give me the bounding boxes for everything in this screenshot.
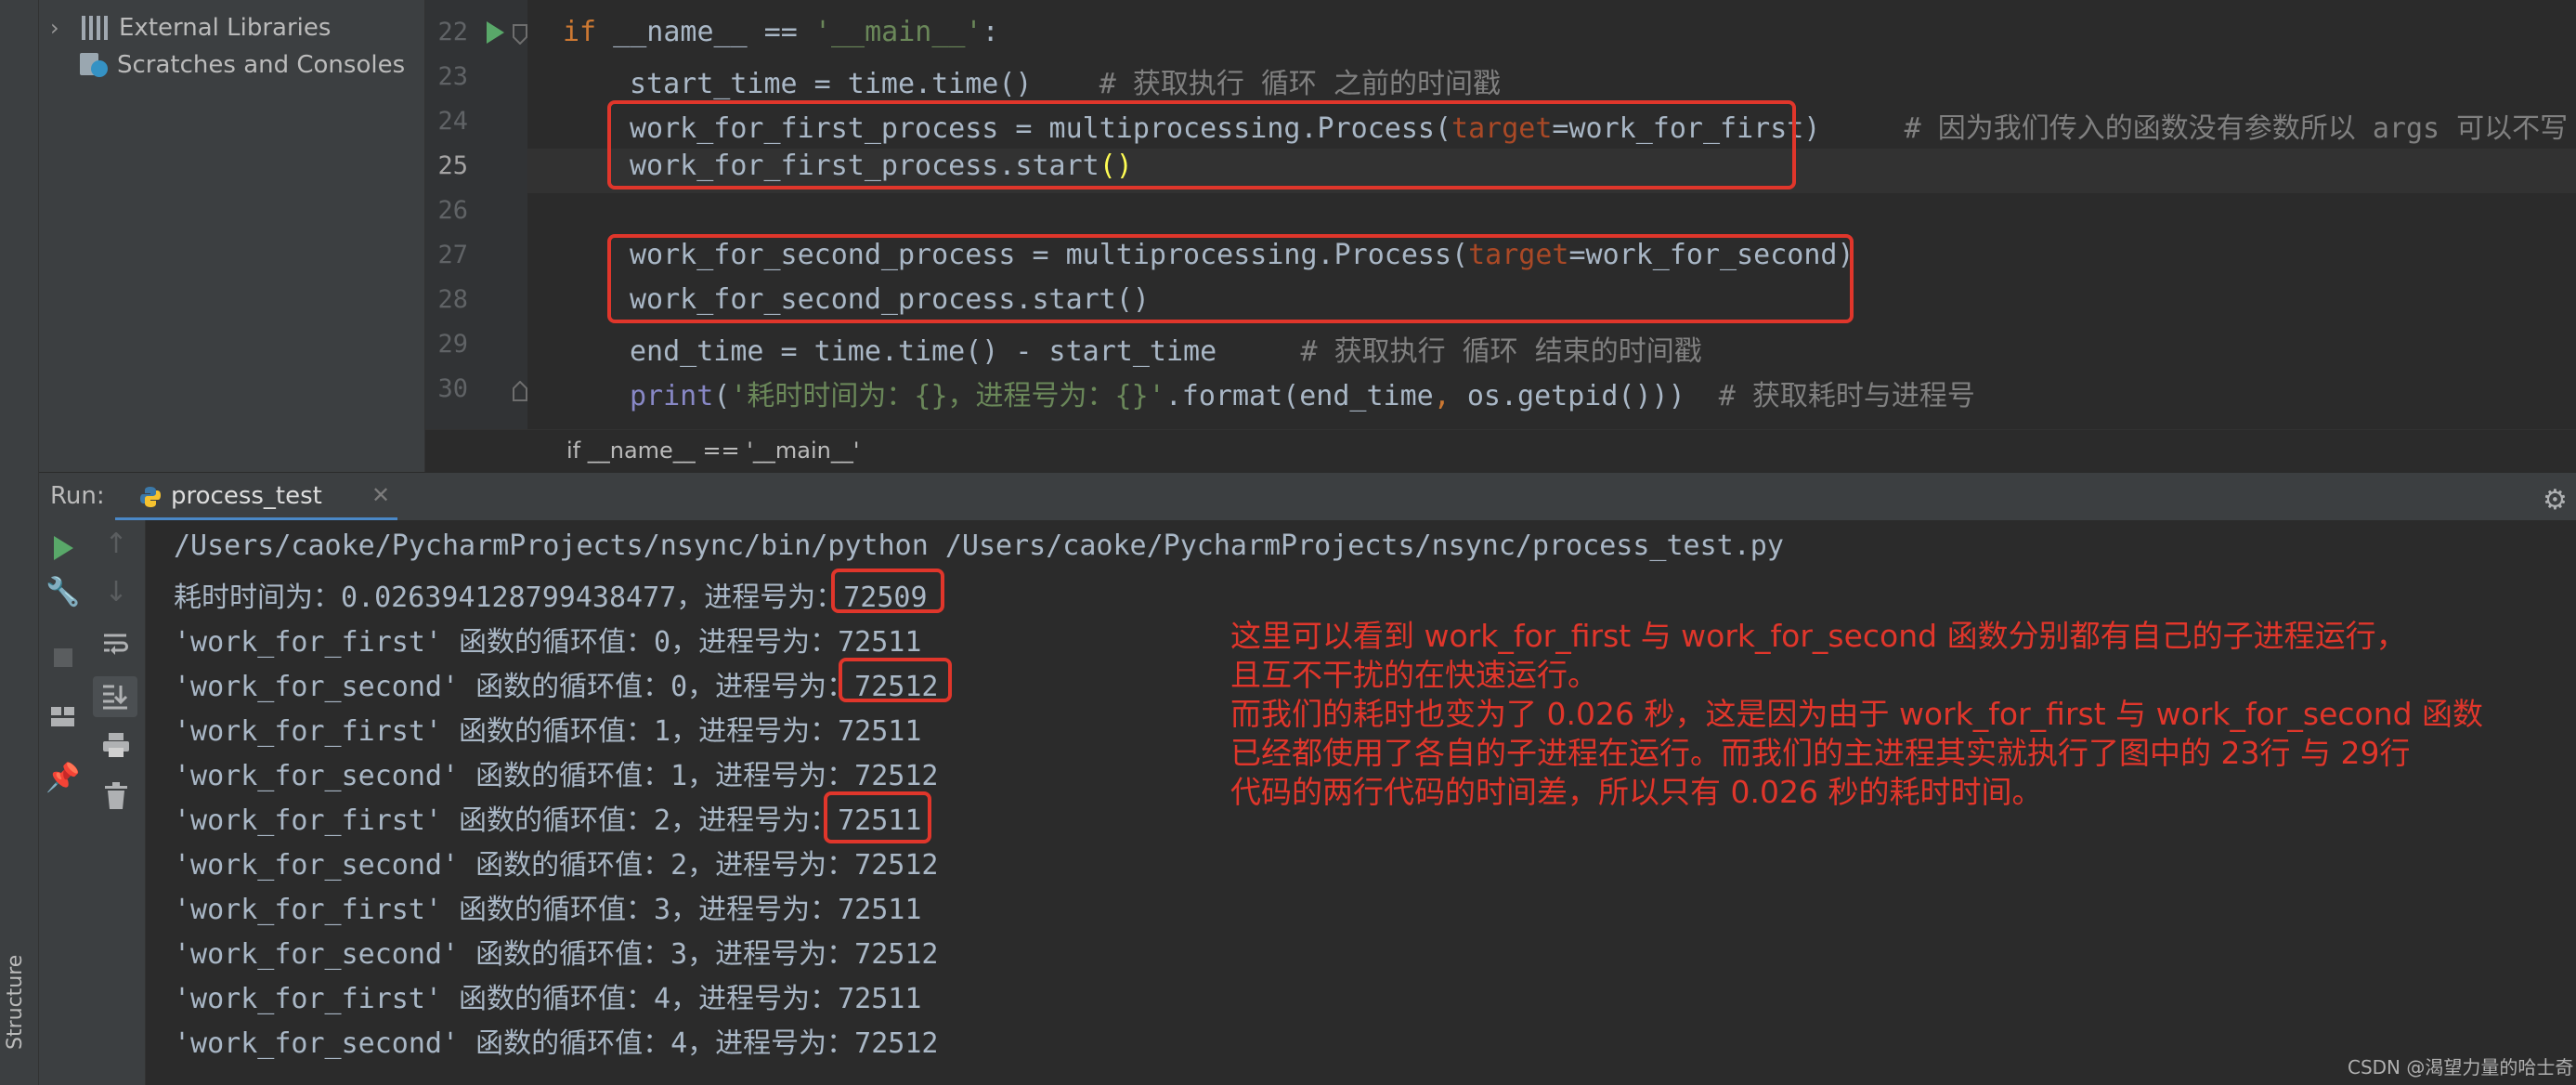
breadcrumb-bar: if __name__ == '__main__' — [425, 429, 2576, 473]
code-line-23: start_time = time.time() # 获取执行 循环 之前的时间… — [630, 60, 1501, 101]
code-editor[interactable]: 22 23 24 25 26 27 28 29 30 if __name__ =… — [425, 0, 2576, 473]
left-tool-strip: Structure — [0, 0, 39, 1085]
up-arrow-icon[interactable]: ↑ — [87, 528, 145, 560]
fold-marker-icon[interactable] — [513, 381, 527, 401]
fold-marker-icon[interactable] — [513, 24, 527, 45]
soft-wrap-icon[interactable] — [102, 632, 130, 656]
console-line: 'work_for_first' 函数的循环值：0，进程号为：72511 — [174, 626, 922, 659]
run-gutter-icon[interactable] — [485, 20, 505, 45]
console-line: 'work_for_second' 函数的循环值：3，进程号为：72512 — [174, 938, 939, 971]
annotation-line: 且互不干扰的在快速运行。 — [1230, 657, 1598, 693]
code-comment: # 获取耗时与进程号 — [1685, 380, 1975, 412]
line-number: 28 — [437, 285, 468, 314]
run-toolbar-secondary: ↑ ↓ — [87, 520, 146, 1085]
run-label: Run: — [50, 482, 105, 510]
tree-item-scratches[interactable]: Scratches and Consoles — [39, 46, 405, 84]
line-number: 24 — [437, 107, 468, 136]
line-number-gutter: 22 23 24 25 26 27 28 29 30 — [425, 0, 527, 429]
run-panel-header: Run: process_test ✕ ⚙ — [39, 472, 2576, 521]
code-line-29: end_time = time.time() - start_time # 获取… — [630, 328, 1702, 369]
settings-icon[interactable]: ⚙ — [2543, 484, 2568, 516]
line-number: 27 — [437, 241, 468, 269]
code-comment: # 因为我们传入的函数没有参数所以 args 可以不写 — [1820, 112, 2569, 145]
line-number-current: 25 — [437, 151, 468, 180]
console-line: 'work_for_second' 函数的循环值：4，进程号为：72512 — [174, 1027, 939, 1060]
console-line: 'work_for_second' 函数的循环值：1，进程号为：72512 — [174, 760, 939, 792]
code-keyword: , — [1433, 380, 1451, 412]
tree-item-label: Scratches and Consoles — [117, 51, 406, 79]
tree-item-external-libraries[interactable]: › External Libraries — [39, 9, 331, 46]
annotation-text: 这里可以看到 work_for_first 与 work_for_second … — [1230, 617, 2568, 812]
scroll-end-toggle[interactable] — [93, 676, 137, 717]
code-keyword: if — [563, 16, 597, 48]
scratches-icon — [80, 51, 108, 79]
console-line: 'work_for_second' 函数的循环值：0，进程号为：72512 — [174, 671, 939, 703]
annotation-line: 已经都使用了各自的子进程在运行。而我们的主进程其实就执行了图中的 23行 与 2… — [1230, 735, 2411, 771]
run-tab-label: process_test — [171, 482, 322, 510]
run-tab-process-test[interactable]: process_test ✕ — [115, 473, 397, 521]
line-number: 23 — [437, 62, 468, 91]
stop-icon[interactable] — [52, 647, 74, 669]
code-text: end_time = time.time() - start_time — [630, 335, 1217, 368]
run-icon[interactable] — [52, 535, 74, 561]
console-line: 'work_for_first' 函数的循环值：4，进程号为：72511 — [174, 983, 922, 1015]
line-number: 29 — [437, 330, 468, 359]
scroll-end-icon — [103, 685, 128, 710]
annotation-line: 而我们的耗时也变为了 0.026 秒，这是因为由于 work_for_first… — [1230, 696, 2484, 732]
console-line: 耗时时间为：0.026394128799438477，进程号为：72509 — [174, 582, 928, 614]
trash-icon[interactable] — [104, 782, 128, 810]
code-text: ( — [713, 380, 731, 412]
line-number: 22 — [437, 18, 468, 46]
wrench-icon[interactable]: 🔧 — [39, 576, 87, 608]
code-text: : — [982, 16, 999, 48]
code-string: '__main__' — [813, 16, 982, 48]
code-text: start_time = time.time() — [630, 68, 1033, 100]
highlight-box-main-pid — [831, 569, 944, 613]
code-line-22: if __name__ == '__main__': — [563, 16, 999, 48]
code-string: '耗时时间为：{}，进程号为：{}' — [730, 380, 1165, 412]
structure-tab[interactable]: Structure — [4, 955, 27, 1050]
console-line: /Users/caoke/PycharmProjects/nsync/bin/p… — [174, 529, 1784, 562]
line-number: 30 — [437, 374, 468, 403]
project-tree: › External Libraries Scratches and Conso… — [39, 0, 425, 472]
breadcrumb[interactable]: if __name__ == '__main__' — [566, 438, 859, 464]
chevron-right-icon[interactable]: › — [50, 15, 69, 41]
console-line: 'work_for_second' 函数的循环值：2，进程号为：72512 — [174, 849, 939, 882]
console-line: 'work_for_first' 函数的循环值：2，进程号为：72511 — [174, 804, 922, 837]
code-builtin: print — [630, 380, 714, 412]
down-arrow-icon[interactable]: ↓ — [87, 576, 145, 608]
code-comment: # 获取执行 循环 之前的时间戳 — [1032, 68, 1501, 100]
tree-item-label: External Libraries — [119, 14, 332, 42]
highlight-box-first-pid — [824, 791, 931, 843]
code-text: os.getpid())) — [1450, 380, 1685, 412]
layout-icon[interactable] — [50, 706, 76, 728]
close-icon[interactable]: ✕ — [371, 482, 390, 508]
highlight-box-second-process — [607, 234, 1854, 323]
annotation-line: 这里可以看到 work_for_first 与 work_for_second … — [1230, 618, 2407, 654]
code-line-30: print('耗时时间为：{}，进程号为：{}'.format(end_time… — [630, 373, 1975, 413]
print-icon[interactable] — [102, 732, 130, 758]
code-text: __name__ == — [596, 16, 814, 48]
run-toolbar-primary: 🔧 📌 — [39, 520, 88, 1085]
pin-icon[interactable]: 📌 — [39, 762, 87, 794]
code-text: .format(end_time — [1164, 380, 1434, 412]
highlight-box-first-process — [607, 100, 1796, 190]
watermark: CSDN @渴望力量的哈士奇 — [2348, 1056, 2574, 1078]
code-comment: # 获取执行 循环 结束的时间戳 — [1216, 335, 1702, 368]
library-icon — [82, 16, 110, 40]
line-number: 26 — [437, 196, 468, 225]
python-icon — [140, 487, 161, 507]
annotation-line: 代码的两行代码的时间差，所以只有 0.026 秒的耗时时间。 — [1230, 774, 2043, 810]
console-line: 'work_for_first' 函数的循环值：3，进程号为：72511 — [174, 894, 922, 926]
highlight-box-second-pid — [839, 658, 952, 702]
console-line: 'work_for_first' 函数的循环值：1，进程号为：72511 — [174, 715, 922, 748]
